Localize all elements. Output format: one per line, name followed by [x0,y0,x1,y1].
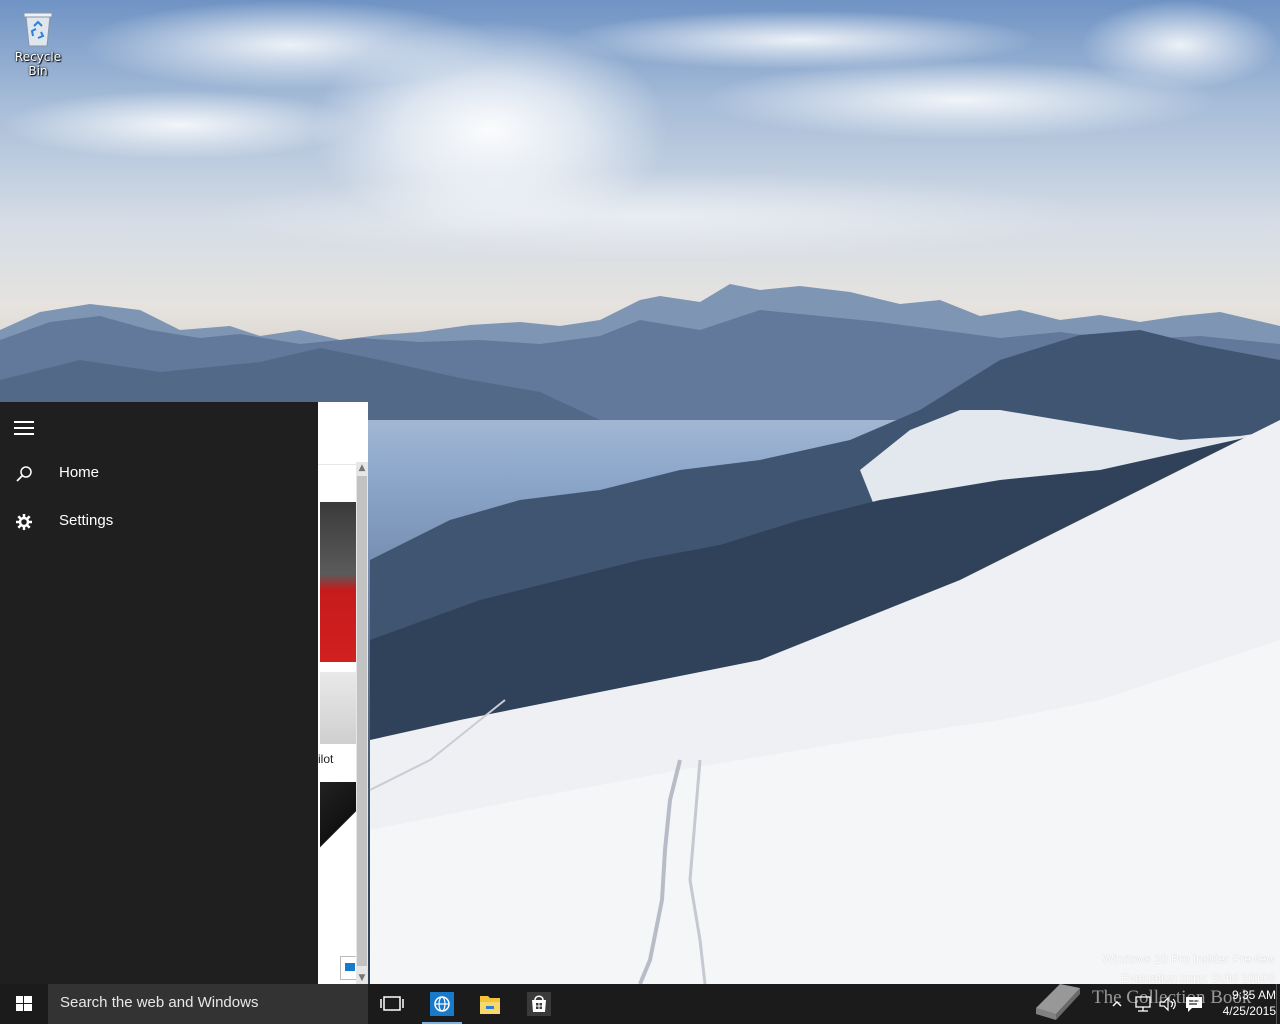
clock-date: 4/25/2015 [1222,1004,1276,1018]
recycle-bin-label: Recycle Bin [14,50,62,78]
file-explorer-button[interactable] [466,984,514,1024]
news-thumbnail[interactable] [320,782,356,854]
news-caption[interactable]: ilot [318,752,333,766]
task-view-button[interactable] [368,984,416,1024]
windows-logo-icon [0,996,48,1028]
search-pane: Home Settings [0,402,318,984]
search-placeholder: Search the web and Windows [60,994,259,1011]
taskbar: Search the web and Windows 9:35 AM 4/25/… [0,984,1280,1024]
store-icon [515,992,563,1028]
scroll-up-arrow[interactable]: ▲ [356,462,368,474]
task-view-icon [368,996,416,1028]
nav-item-label: Home [59,464,100,481]
file-explorer-icon [466,996,514,1028]
nav-item-label: Settings [59,512,114,529]
network-icon[interactable] [1134,994,1152,1018]
show-desktop-button[interactable] [1276,984,1280,1024]
nav-item-settings[interactable]: Settings [0,500,318,546]
news-thumbnail[interactable] [320,502,356,662]
taskbar-search-box[interactable]: Search the web and Windows [48,984,368,1024]
scroll-down-arrow[interactable]: ▼ [356,972,368,984]
nav-item-home[interactable]: Home [0,452,318,498]
clock[interactable]: 9:35 AM 4/25/2015 [1200,987,1276,1019]
build-watermark: Windows 10 Pro Insider Preview Evaluatio… [1102,950,1275,988]
internet-explorer-icon [418,992,466,1028]
clock-time: 9:35 AM [1231,988,1276,1002]
news-thumbnail[interactable] [320,672,356,744]
watermark-line: Windows 10 Pro Insider Preview [1102,952,1275,966]
volume-icon[interactable] [1158,994,1178,1018]
recycle-bin-desktop-icon[interactable]: Recycle Bin [4,6,72,78]
search-icon [14,464,34,484]
recycle-bin-icon [21,8,55,48]
start-button[interactable] [0,984,48,1024]
content-header [318,402,368,465]
hamburger-menu-button[interactable] [10,416,38,438]
internet-explorer-button[interactable] [418,984,466,1024]
show-hidden-icons-icon[interactable] [1112,996,1122,1015]
store-button[interactable] [515,984,563,1024]
gear-icon [14,512,34,532]
scroll-thumb[interactable] [357,476,367,966]
content-scrollbar[interactable]: ▲ ▼ [356,462,368,984]
